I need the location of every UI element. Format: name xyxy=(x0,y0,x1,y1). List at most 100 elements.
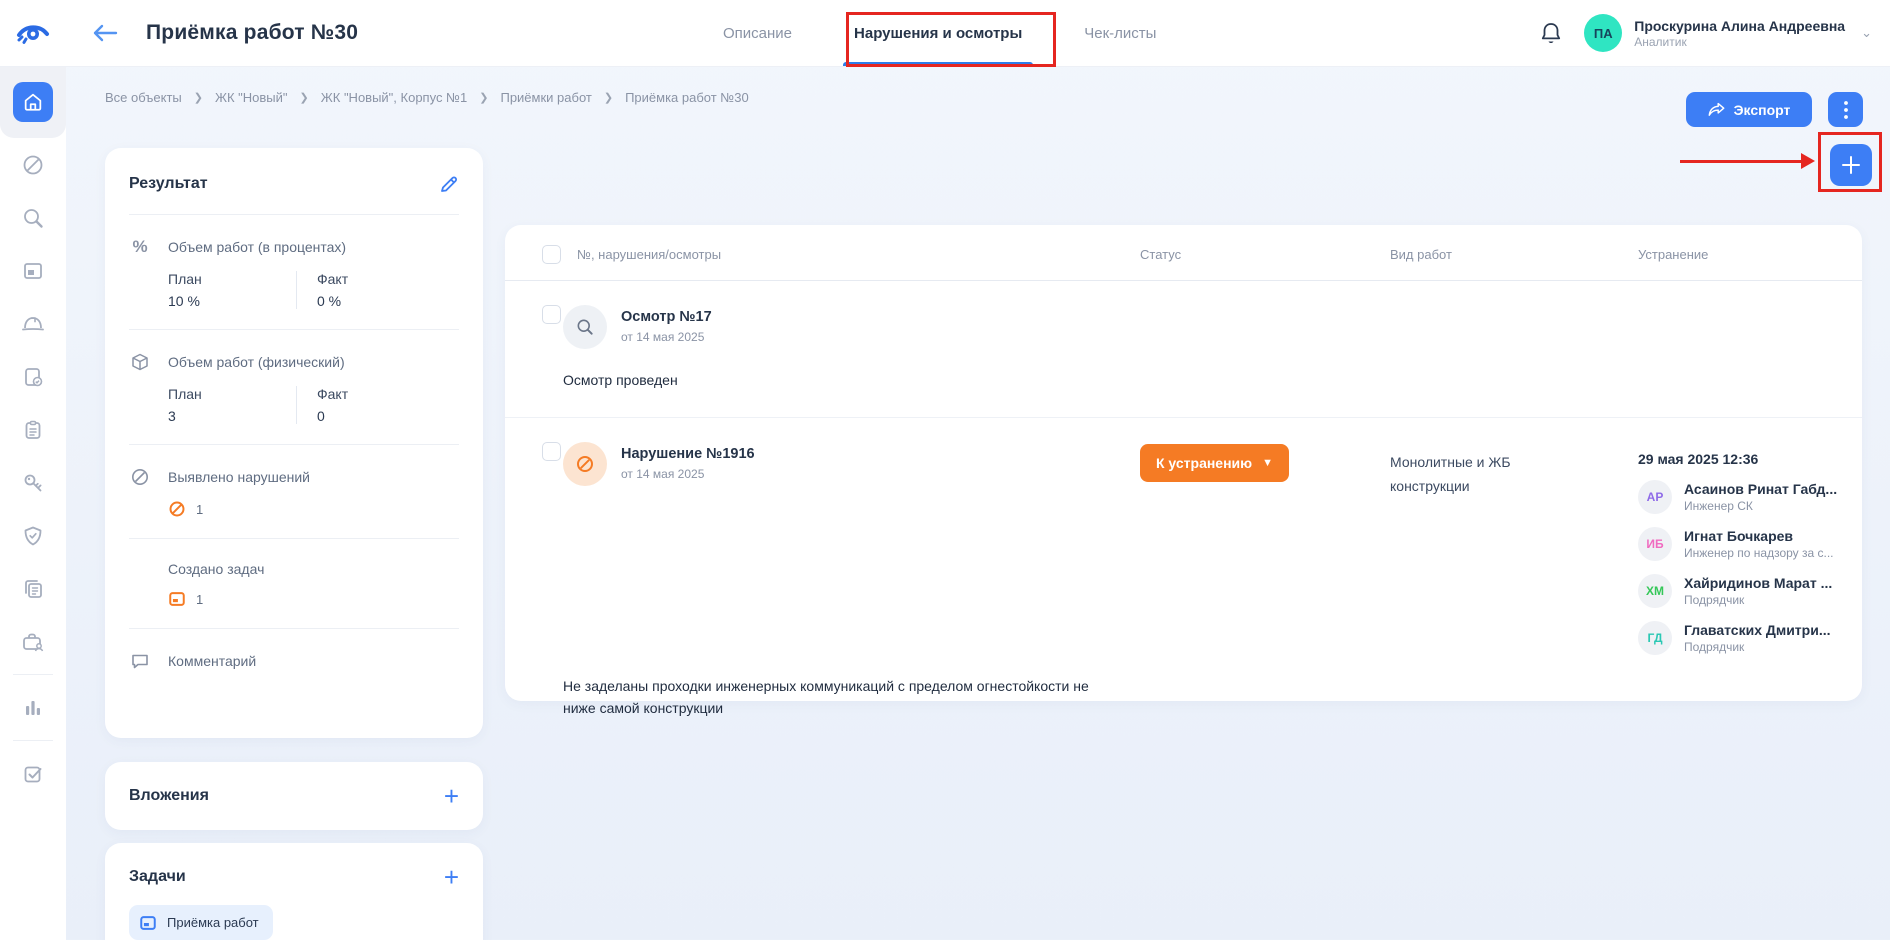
tab-bar: Описание Нарушения и осмотры Чек-листы xyxy=(716,0,1163,66)
row-title[interactable]: Нарушение №1916 xyxy=(621,446,755,462)
chevron-down-icon: ▼ xyxy=(1262,457,1273,469)
row-checkbox[interactable] xyxy=(542,305,561,324)
result-section-physical: Объем работ (физический) План 3 Факт 0 xyxy=(129,330,459,445)
share-icon xyxy=(1708,102,1725,117)
tab-checklists[interactable]: Чек-листы xyxy=(1077,0,1163,66)
sidebar-item-checklists[interactable] xyxy=(0,403,66,456)
pencil-icon xyxy=(439,174,459,194)
more-actions-button[interactable] xyxy=(1828,92,1863,127)
section-label: Выявлено нарушений xyxy=(168,469,310,485)
sidebar-item-contractors[interactable] xyxy=(0,615,66,668)
documents-copy-icon xyxy=(21,577,45,601)
breadcrumb-separator-icon: ❯ xyxy=(479,91,488,104)
plan-label: План xyxy=(168,271,296,287)
row-checkbox[interactable] xyxy=(542,442,561,461)
checkbox-check-icon xyxy=(21,762,45,786)
helmet-icon xyxy=(20,312,46,336)
assignee-name: Асаинов Ринат Габд... xyxy=(1684,481,1837,497)
page-title: Приёмка работ №30 xyxy=(146,21,358,45)
sidebar-item-home[interactable] xyxy=(0,66,66,138)
result-section-percent: % Объем работ (в процентах) План 10 % Фа… xyxy=(129,215,459,330)
table-row[interactable]: Осмотр №17 от 14 мая 2025 Осмотр проведе… xyxy=(505,281,1862,417)
assignee-role: Инженер по надзору за с... xyxy=(1684,546,1834,560)
assignee-role: Инженер СК xyxy=(1684,499,1837,513)
bar-chart-icon xyxy=(21,696,45,720)
home-icon xyxy=(22,91,44,113)
sidebar-item-cards[interactable] xyxy=(0,244,66,297)
table-row[interactable]: Нарушение №1916 от 14 мая 2025 К устране… xyxy=(505,417,1862,745)
briefcase-user-icon xyxy=(20,630,46,654)
row-date: от 14 мая 2025 xyxy=(621,330,712,344)
notifications-button[interactable] xyxy=(1540,21,1562,45)
percent-icon: % xyxy=(129,237,151,257)
task-chip[interactable]: Приёмка работ xyxy=(129,905,273,940)
attachments-title: Вложения xyxy=(129,787,209,805)
magnifier-icon xyxy=(575,317,595,337)
magnifier-icon xyxy=(21,206,45,230)
result-panel: Результат % Объем работ (в процентах) Пл… xyxy=(105,148,483,738)
sidebar-item-approvals[interactable] xyxy=(0,747,66,800)
column-header-number: №, нарушения/осмотры xyxy=(561,245,1140,264)
row-description: Не заделаны проходки инженерных коммуник… xyxy=(561,655,1140,745)
sidebar-item-construction[interactable] xyxy=(0,297,66,350)
sidebar-item-analytics[interactable] xyxy=(0,681,66,734)
breadcrumb-separator-icon: ❯ xyxy=(194,91,203,104)
add-task-button[interactable]: + xyxy=(444,867,459,887)
top-header: Приёмка работ №30 Описание Нарушения и о… xyxy=(0,0,1890,66)
breadcrumb-item[interactable]: ЖК "Новый" xyxy=(215,90,288,105)
sidebar-item-access[interactable] xyxy=(0,456,66,509)
tasks-panel: Задачи + Приёмка работ xyxy=(105,843,483,940)
fact-value: 0 xyxy=(317,408,424,424)
add-attachment-button[interactable]: + xyxy=(444,786,459,806)
tasks-title: Задачи xyxy=(129,868,186,886)
sidebar-item-acceptance[interactable] xyxy=(0,350,66,403)
app-logo[interactable] xyxy=(0,21,66,45)
breadcrumb-item[interactable]: Все объекты xyxy=(105,90,182,105)
shield-check-icon xyxy=(21,524,45,548)
sidebar-item-documents[interactable] xyxy=(0,562,66,615)
back-button[interactable] xyxy=(92,23,118,43)
result-section-violations: Выявлено нарушений 1 xyxy=(129,445,459,539)
assignee[interactable]: ГД Главатских Дмитри... Подрядчик xyxy=(1638,621,1862,655)
sidebar-item-safety[interactable] xyxy=(0,509,66,562)
fact-label: Факт xyxy=(317,386,424,402)
assignee-name: Главатских Дмитри... xyxy=(1684,622,1831,638)
clipboard-list-icon xyxy=(21,418,45,442)
assignee-avatar: ХМ xyxy=(1638,574,1672,608)
attachments-panel: Вложения + xyxy=(105,762,483,830)
assignee[interactable]: ХМ Хайридинов Марат ... Подрядчик xyxy=(1638,574,1862,608)
result-title: Результат xyxy=(129,175,208,193)
plan-label: План xyxy=(168,386,296,402)
add-violation-button[interactable] xyxy=(1830,144,1872,186)
fact-value: 0 % xyxy=(317,293,424,309)
resolution-date: 29 мая 2025 12:36 xyxy=(1638,442,1862,467)
row-date: от 14 мая 2025 xyxy=(621,467,755,481)
assignee[interactable]: ИБ Игнат Бочкарев Инженер по надзору за … xyxy=(1638,527,1862,561)
violation-count: 1 xyxy=(196,502,203,517)
tab-violations-inspections[interactable]: Нарушения и осмотры xyxy=(847,0,1029,66)
column-header-status: Статус xyxy=(1140,245,1390,264)
task-chip-label: Приёмка работ xyxy=(167,915,259,930)
breadcrumb-item[interactable]: Приёмки работ xyxy=(500,90,591,105)
section-label: Объем работ (физический) xyxy=(168,354,345,370)
result-section-comment: Комментарий xyxy=(129,629,459,691)
breadcrumb-item[interactable]: ЖК "Новый", Корпус №1 xyxy=(321,90,468,105)
row-description: Осмотр проведен xyxy=(561,349,1140,417)
assignee-name: Хайридинов Марат ... xyxy=(1684,575,1832,591)
row-title[interactable]: Осмотр №17 xyxy=(621,309,712,325)
status-dropdown[interactable]: К устранению ▼ xyxy=(1140,444,1289,482)
assignee-avatar: ИБ xyxy=(1638,527,1672,561)
task-count-icon xyxy=(168,590,186,608)
user-menu[interactable]: ПА Проскурина Алина Андреевна Аналитик ⌄ xyxy=(1584,14,1872,52)
sidebar-item-inspections[interactable] xyxy=(0,191,66,244)
sidebar-item-violations[interactable] xyxy=(0,138,66,191)
select-all-checkbox[interactable] xyxy=(542,245,561,264)
comment-icon xyxy=(129,651,151,671)
edit-result-button[interactable] xyxy=(439,174,459,194)
assignee[interactable]: АР Асаинов Ринат Габд... Инженер СК xyxy=(1638,480,1862,514)
cube-icon xyxy=(129,352,151,372)
violation-count-icon xyxy=(168,500,186,518)
plus-icon xyxy=(1841,155,1861,175)
export-button[interactable]: Экспорт xyxy=(1686,92,1812,127)
tab-description[interactable]: Описание xyxy=(716,0,799,66)
